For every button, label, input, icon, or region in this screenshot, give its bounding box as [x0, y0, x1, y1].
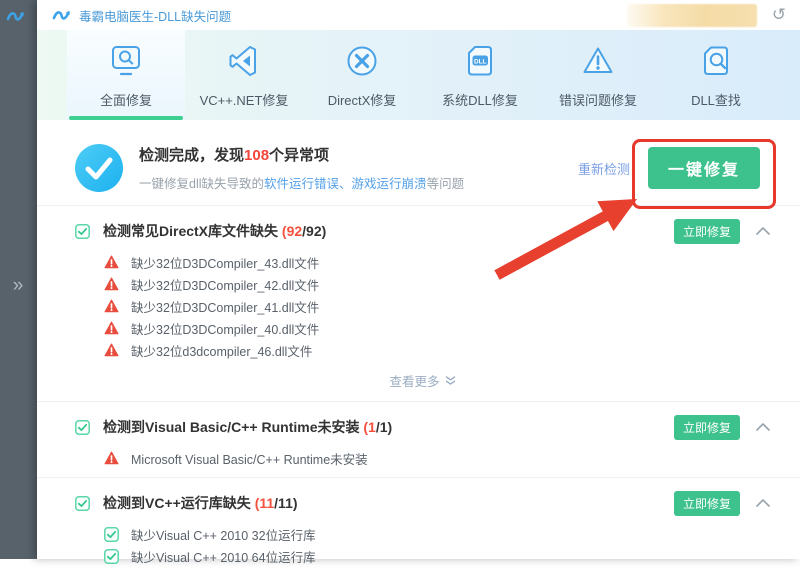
- scan-result-banner: 检测完成，发现108个异常项 一键修复dll缺失导致的软件运行错误、游戏运行崩溃…: [37, 120, 800, 205]
- divider: [37, 477, 800, 478]
- fix-now-button[interactable]: 立即修复: [674, 219, 740, 244]
- issue-item-text: 缺少32位D3DCompiler_42.dll文件: [131, 275, 319, 294]
- section-title: 检测到Visual Basic/C++ Runtime未安装 (1/1): [103, 417, 392, 437]
- tab-VC++.NET修复[interactable]: VC++.NET修复: [185, 30, 303, 120]
- dll-file-icon: DLL: [462, 39, 498, 83]
- chevron-up-icon[interactable]: [756, 498, 770, 508]
- section-title: 检测到VC++运行库缺失 (11/11): [103, 493, 298, 513]
- app-window: 毒霸电脑医生-DLL缺失问题 ↺ 全面修复 VC++.NET修复 DirectX…: [37, 0, 800, 559]
- warning-triangle-icon: [580, 39, 616, 83]
- scan-result-title: 检测完成，发现108个异常项: [139, 144, 464, 165]
- issue-item-text: 缺少32位d3dcompiler_46.dll文件: [131, 341, 312, 360]
- issue-item: 缺少Visual C++ 2010 32位运行库: [104, 523, 770, 545]
- visual-studio-icon: [226, 39, 262, 83]
- scan-result-text: 检测完成，发现108个异常项 一键修复dll缺失导致的软件运行错误、游戏运行崩溃…: [139, 144, 464, 192]
- blurred-user-badge: [627, 4, 757, 27]
- issue-sections: 检测常见DirectX库文件缺失 (92/92) 立即修复 缺少32位D3DCo…: [37, 211, 800, 575]
- issue-item: 缺少32位d3dcompiler_46.dll文件: [104, 339, 770, 361]
- file-search-icon: [698, 39, 734, 83]
- section-header: 检测到VC++运行库缺失 (11/11) 立即修复: [75, 483, 770, 523]
- window-title: 毒霸电脑医生-DLL缺失问题: [79, 6, 231, 25]
- chevron-up-icon[interactable]: [756, 422, 770, 432]
- directx-icon: [344, 39, 380, 83]
- tab-错误问题修复[interactable]: 错误问题修复: [539, 30, 657, 120]
- issue-section: 检测到Visual Basic/C++ Runtime未安装 (1/1) 立即修…: [37, 407, 800, 477]
- fix-now-button[interactable]: 立即修复: [674, 415, 740, 440]
- tab-label: 系统DLL修复: [442, 90, 518, 109]
- issue-item: 缺少Visual C++ 2010 64位运行库: [104, 545, 770, 567]
- issue-item: 缺少32位D3DCompiler_42.dll文件: [104, 273, 770, 295]
- warning-icon: [104, 299, 119, 314]
- divider: [37, 401, 800, 402]
- issue-item-text: 缺少32位D3DCompiler_43.dll文件: [131, 253, 319, 272]
- duba-logo-icon: [52, 6, 72, 24]
- fix-now-button[interactable]: 立即修复: [674, 491, 740, 516]
- tab-DLL查找[interactable]: DLL查找: [657, 30, 775, 120]
- tab-label: 全面修复: [100, 90, 152, 109]
- svg-text:DLL: DLL: [474, 58, 487, 65]
- checkbox-icon[interactable]: [104, 549, 119, 564]
- tab-DirectX修复[interactable]: DirectX修复: [303, 30, 421, 120]
- issue-item: 缺少32位D3DCompiler_40.dll文件: [104, 317, 770, 339]
- issue-item-text: 缺少Visual C++ 2010 64位运行库: [131, 547, 316, 566]
- check-circle-icon: [75, 144, 123, 192]
- issue-section: 检测常见DirectX库文件缺失 (92/92) 立即修复 缺少32位D3DCo…: [37, 211, 800, 401]
- recheck-link[interactable]: 重新检测: [578, 159, 630, 178]
- section-header: 检测常见DirectX库文件缺失 (92/92) 立即修复: [75, 211, 770, 251]
- chevron-up-icon[interactable]: [756, 226, 770, 236]
- issue-item: Microsoft Visual Basic/C++ Runtime未安装: [104, 447, 770, 469]
- section-items: 缺少Visual C++ 2010 32位运行库 缺少Visual C++ 20…: [75, 523, 770, 567]
- issue-section: 检测到VC++运行库缺失 (11/11) 立即修复 缺少Visual C++ 2…: [37, 483, 800, 575]
- scan-result-subtitle: 一键修复dll缺失导致的软件运行错误、游戏运行崩溃等问题: [139, 173, 464, 192]
- divider: [37, 205, 800, 206]
- section-items: Microsoft Visual Basic/C++ Runtime未安装: [75, 447, 770, 469]
- tab-label: DirectX修复: [328, 90, 397, 109]
- section-title: 检测常见DirectX库文件缺失 (92/92): [103, 221, 326, 241]
- issue-item: 缺少32位D3DCompiler_41.dll文件: [104, 295, 770, 317]
- checkbox-icon[interactable]: [104, 527, 119, 542]
- section-header: 检测到Visual Basic/C++ Runtime未安装 (1/1) 立即修…: [75, 407, 770, 447]
- issue-item-text: Microsoft Visual Basic/C++ Runtime未安装: [131, 449, 368, 468]
- checkbox-checked-icon[interactable]: [75, 420, 90, 435]
- view-more-link[interactable]: 查看更多: [75, 361, 770, 401]
- warning-icon: [104, 321, 119, 336]
- issue-item-text: 缺少32位D3DCompiler_40.dll文件: [131, 319, 319, 338]
- warning-icon: [104, 343, 119, 358]
- chevron-double-right-icon[interactable]: »: [6, 274, 30, 298]
- issue-item-text: 缺少Visual C++ 2010 32位运行库: [131, 525, 316, 544]
- main-content: 检测完成，发现108个异常项 一键修复dll缺失导致的软件运行错误、游戏运行崩溃…: [37, 120, 800, 575]
- issue-item: 缺少32位D3DCompiler_43.dll文件: [104, 251, 770, 273]
- fix-all-button[interactable]: 一键修复: [648, 147, 760, 189]
- background-window-strip: »: [0, 0, 37, 559]
- tab-label: VC++.NET修复: [200, 90, 289, 109]
- anomaly-count: 108: [244, 147, 269, 164]
- titlebar: 毒霸电脑医生-DLL缺失问题 ↺: [37, 0, 800, 30]
- tab-label: DLL查找: [691, 90, 741, 109]
- warning-icon: [104, 277, 119, 292]
- tab-全面修复[interactable]: 全面修复: [67, 30, 185, 120]
- undo-icon[interactable]: ↺: [768, 3, 790, 27]
- tab-label: 错误问题修复: [559, 90, 637, 109]
- section-items: 缺少32位D3DCompiler_43.dll文件 缺少32位D3DCompil…: [75, 251, 770, 361]
- monitor-search-icon: [107, 39, 145, 83]
- issue-item-text: 缺少32位D3DCompiler_41.dll文件: [131, 297, 319, 316]
- checkbox-checked-icon[interactable]: [75, 496, 90, 511]
- tab-系统DLL修复[interactable]: DLL 系统DLL修复: [421, 30, 539, 120]
- tabbar: 全面修复 VC++.NET修复 DirectX修复 DLL 系统DLL修复 错误…: [37, 30, 800, 120]
- warning-icon: [104, 255, 119, 270]
- checkbox-checked-icon[interactable]: [75, 224, 90, 239]
- warning-icon: [104, 451, 119, 466]
- duba-logo-icon: [6, 7, 26, 25]
